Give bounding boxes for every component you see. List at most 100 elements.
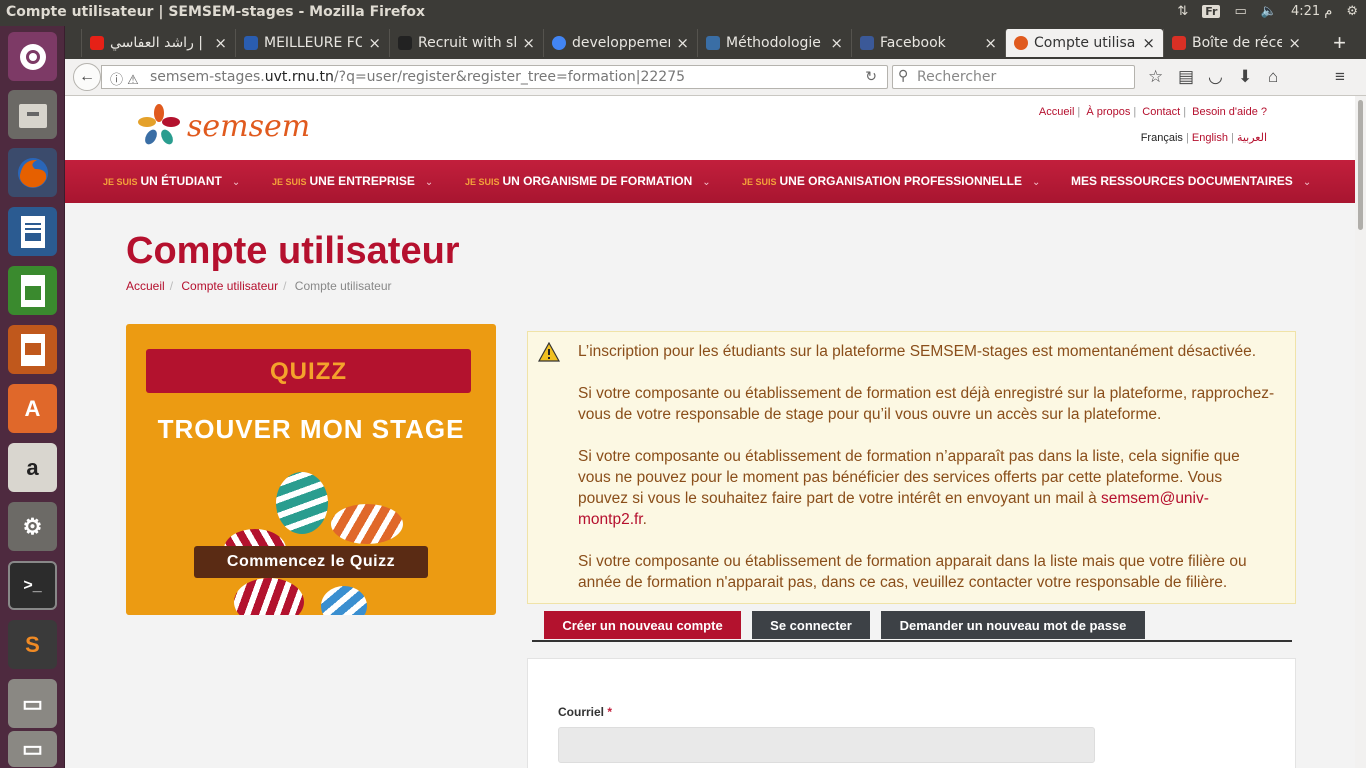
quiz-badge[interactable]: QUIZZ: [146, 349, 471, 393]
sublime-text-icon[interactable]: S: [8, 620, 57, 669]
settings-gear-icon[interactable]: ⚙: [1346, 4, 1358, 19]
chevron-down-icon: ⌄: [231, 177, 241, 188]
unity-launcher: A a ⚙ >_ S ▭ ▭: [0, 26, 65, 768]
menu-organisme-formation[interactable]: JE SUIS UN ORGANISME DE FORMATION ⌄: [465, 174, 711, 188]
reading-list-icon[interactable]: ▤: [1178, 67, 1194, 87]
tab-reset-password[interactable]: Demander un nouveau mot de passe: [881, 611, 1145, 639]
chevron-down-icon: ⌄: [1302, 177, 1312, 188]
close-tab-icon[interactable]: ×: [368, 34, 381, 52]
google-icon: [552, 36, 566, 50]
link-contact[interactable]: Contact: [1142, 106, 1180, 118]
page-title: Compte utilisateur: [126, 230, 460, 272]
close-tab-icon[interactable]: ×: [676, 34, 689, 52]
browser-tab[interactable]: راشد العفاسي | ×: [81, 29, 235, 57]
warning-triangle-icon: [538, 342, 560, 362]
download-arrow-icon[interactable]: ⬇: [1238, 67, 1252, 87]
youtube-icon: [90, 36, 104, 50]
lang-arabic[interactable]: العربية: [1237, 132, 1267, 144]
firefox-icon[interactable]: [8, 148, 57, 197]
link-a-propos[interactable]: À propos: [1086, 106, 1130, 118]
quiz-subtitle: TROUVER MON STAGE: [157, 414, 465, 444]
keyboard-layout-indicator[interactable]: Fr: [1202, 5, 1221, 18]
site-logo[interactable]: semsem: [135, 102, 310, 150]
new-tab-icon[interactable]: +: [1333, 30, 1346, 56]
browser-tab[interactable]: Boîte de récep×: [1163, 29, 1309, 57]
browser-tab[interactable]: MEILLEURE FO ×: [235, 29, 389, 57]
email-label: Courriel *: [558, 705, 613, 719]
volume-icon[interactable]: 🔈: [1261, 4, 1277, 19]
decorative-egg: [234, 578, 304, 615]
notice-paragraph: Si votre composante ou établissement de …: [578, 448, 1240, 528]
link-accueil[interactable]: Accueil: [1039, 106, 1074, 118]
scrollbar-thumb[interactable]: [1358, 100, 1363, 230]
browser-toolbar: ← ⓘ ⚠ semsem-stages.uvt.rnu.tn/?q=user/r…: [65, 59, 1366, 96]
chevron-down-icon: ⌄: [702, 177, 711, 188]
close-tab-icon[interactable]: ×: [830, 34, 843, 52]
warning-notice: L’inscription pour les étudiants sur la …: [527, 331, 1296, 604]
tab-create-account[interactable]: Créer un nouveau compte: [544, 611, 741, 639]
software-center-icon[interactable]: A: [8, 384, 57, 433]
menu-organisation-pro[interactable]: JE SUIS UNE ORGANISATION PROFESSIONNELLE ⌄: [742, 174, 1040, 188]
system-settings-icon[interactable]: ⚙: [8, 502, 57, 551]
close-tab-icon[interactable]: ×: [984, 34, 997, 52]
quiz-banner[interactable]: QUIZZ TROUVER MON STAGE Commencez le Qui…: [126, 324, 496, 615]
menu-entreprise[interactable]: JE SUIS UNE ENTREPRISE ⌄: [272, 174, 433, 188]
system-tray: ⇅ Fr ▭ 🔈 4:21 م ⚙: [1177, 4, 1358, 19]
clock[interactable]: 4:21 م: [1291, 4, 1332, 19]
close-tab-icon[interactable]: ×: [214, 34, 227, 52]
site-info-icon[interactable]: ⓘ ⚠: [110, 69, 139, 88]
chevron-down-icon: ⌄: [1031, 177, 1041, 188]
close-tab-icon[interactable]: ×: [522, 34, 535, 52]
close-tab-icon[interactable]: ×: [1142, 34, 1155, 52]
back-arrow-icon[interactable]: ←: [73, 63, 101, 91]
menu-etudiant[interactable]: JE SUIS UN ÉTUDIANT ⌄: [103, 174, 240, 188]
calc-icon[interactable]: [8, 266, 57, 315]
start-quiz-button[interactable]: Commencez le Quizz: [194, 546, 428, 578]
wiki-icon: [706, 36, 720, 50]
writer-icon[interactable]: [8, 207, 57, 256]
page-scrollbar[interactable]: [1355, 96, 1366, 768]
reload-icon[interactable]: ↻: [865, 69, 877, 85]
link-aide[interactable]: Besoin d'aide ?: [1192, 106, 1267, 118]
impress-icon[interactable]: [8, 325, 57, 374]
battery-icon[interactable]: ▭: [1234, 4, 1246, 19]
home-icon[interactable]: ⌂: [1268, 67, 1278, 87]
lang-english[interactable]: English: [1192, 132, 1228, 144]
facebook-icon: [860, 36, 874, 50]
lang-francais[interactable]: Français: [1141, 132, 1183, 144]
decorative-egg: [321, 586, 367, 615]
chevron-down-icon: ⌄: [424, 177, 434, 188]
account-tabs: Créer un nouveau compte Se connecter Dem…: [532, 610, 1292, 642]
search-input[interactable]: ⚲ Rechercher: [892, 65, 1135, 89]
browser-tab[interactable]: Méthodologie ×: [697, 29, 851, 57]
breadcrumb-link[interactable]: Accueil: [126, 279, 165, 293]
browser-tab[interactable]: Recruit with sl ×: [389, 29, 543, 57]
semsem-flower-logo-icon: [138, 104, 180, 145]
system-top-panel: Compte utilisateur | SEMSEM-stages - Moz…: [0, 0, 1366, 26]
top-links: Accueil | À propos | Contact | Besoin d'aid…: [1038, 106, 1267, 118]
close-tab-icon[interactable]: ×: [1288, 34, 1301, 52]
trash-icon[interactable]: ▭: [8, 731, 57, 767]
browser-tab-active[interactable]: Compte utilisa ×: [1005, 29, 1163, 57]
gmail-icon: [1172, 36, 1186, 50]
menu-ressources[interactable]: MES RESSOURCES DOCUMENTAIRES ⌄: [1071, 174, 1311, 188]
pocket-icon[interactable]: ◡: [1208, 67, 1223, 87]
url-bar[interactable]: ⓘ ⚠ semsem-stages.uvt.rnu.tn/?q=user/reg…: [101, 65, 888, 89]
drive-icon[interactable]: ▭: [8, 679, 57, 728]
bookmark-star-icon[interactable]: ☆: [1148, 67, 1163, 87]
files-icon[interactable]: [8, 90, 57, 139]
browser-tab[interactable]: developpemen ×: [543, 29, 697, 57]
breadcrumb-link[interactable]: Compte utilisateur: [181, 279, 278, 293]
email-field[interactable]: [558, 727, 1095, 763]
amazon-icon[interactable]: a: [8, 443, 57, 492]
ubuntu-dash-icon[interactable]: [8, 32, 57, 81]
tab-login[interactable]: Se connecter: [752, 611, 870, 639]
browser-tab[interactable]: Facebook ×: [851, 29, 1005, 57]
network-icon[interactable]: ⇅: [1177, 4, 1188, 19]
terminal-icon[interactable]: >_: [8, 561, 57, 610]
registration-form: Courriel *: [527, 658, 1296, 768]
menu-hamburger-icon[interactable]: ≡: [1335, 67, 1345, 87]
window-title: Compte utilisateur | SEMSEM-stages - Moz…: [6, 4, 426, 20]
web-page: semsem Accueil | À propos | Contact | Besoi…: [65, 96, 1355, 768]
notice-paragraph: L’inscription pour les étudiants sur la …: [578, 343, 1257, 360]
